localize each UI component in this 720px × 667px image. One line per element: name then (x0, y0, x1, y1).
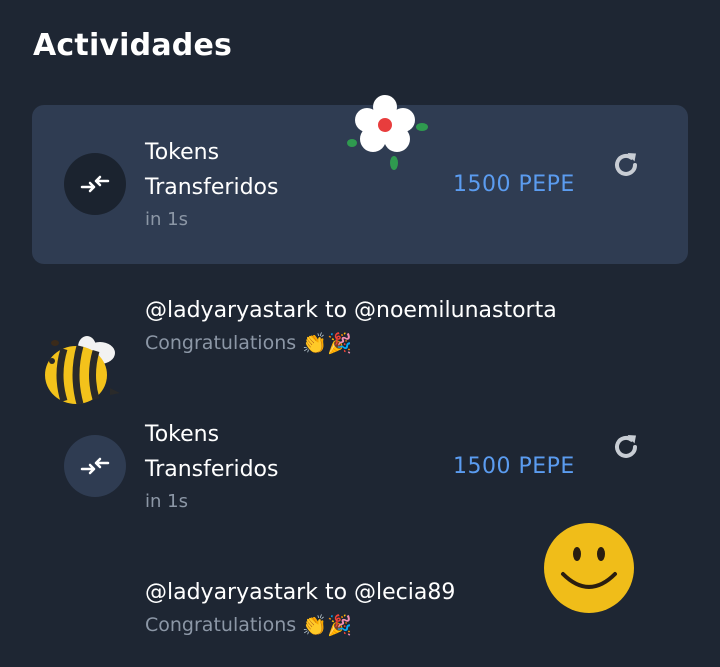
activity-title-line1: Tokens (145, 422, 220, 447)
activity-time: in 1s (145, 491, 188, 512)
activity-title-line2: Transferidos (145, 175, 279, 200)
activity-message-text: Congratulations (145, 614, 297, 636)
activity-time: in 1s (145, 209, 188, 230)
clap-party-emoji: 👏🎉 (302, 613, 352, 637)
smiley-face-sticker-icon (541, 520, 637, 620)
transfer-arrows-icon (64, 153, 126, 215)
activity-message-header[interactable]: @ladyaryastark to @lecia89 (145, 580, 455, 605)
refresh-icon[interactable] (609, 430, 643, 464)
transfer-arrows-icon (64, 435, 126, 497)
page-title: Actividades (33, 28, 233, 63)
activity-title-line2: Transferidos (145, 457, 279, 482)
activity-message-body: Congratulations 👏🎉 (145, 613, 352, 637)
flower-sticker-icon (340, 95, 435, 184)
activity-message-header[interactable]: @ladyaryastark to @noemilunastorta (145, 298, 557, 323)
clap-party-emoji: 👏🎉 (302, 331, 352, 355)
activity-amount: 1500 PEPE (453, 172, 575, 197)
activity-amount: 1500 PEPE (453, 454, 575, 479)
refresh-icon[interactable] (609, 148, 643, 182)
bee-sticker-icon (40, 333, 125, 417)
activity-message-text: Congratulations (145, 332, 297, 354)
activity-title-line1: Tokens (145, 140, 220, 165)
activity-message-body: Congratulations 👏🎉 (145, 331, 352, 355)
